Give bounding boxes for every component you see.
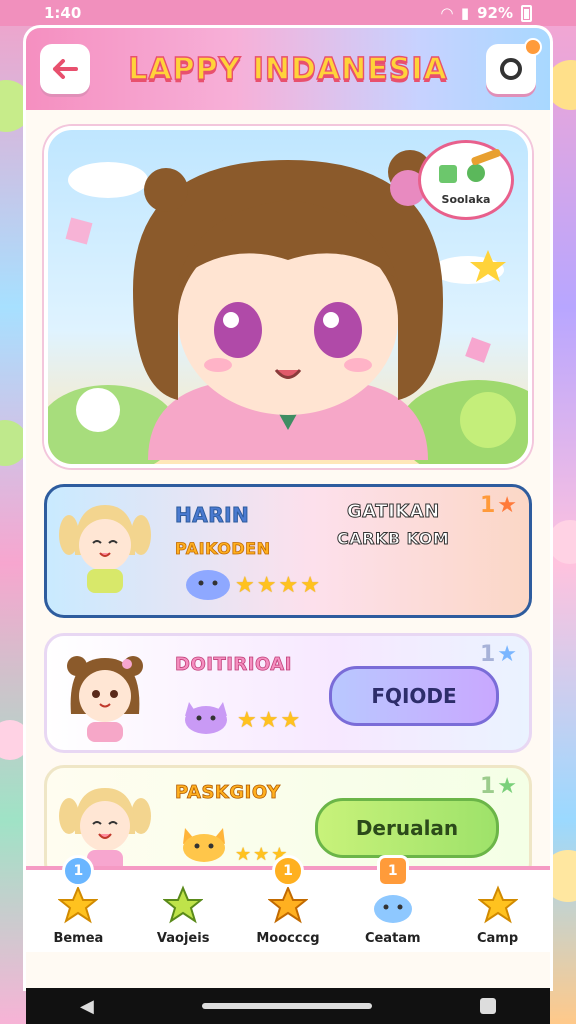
creature-icon — [373, 895, 412, 923]
nav-item-camp[interactable]: Camp — [452, 885, 544, 946]
button-label: FQIODE — [371, 684, 457, 708]
star-icon: ★ — [256, 573, 277, 598]
pet-icon — [185, 702, 227, 734]
ring-icon — [499, 58, 522, 80]
star-icon: ★ — [235, 844, 252, 865]
star-icon: ★ — [497, 642, 517, 667]
system-nav-bar: ◀ — [26, 988, 550, 1024]
nav-item-ceatam[interactable]: 1 Ceatam — [347, 855, 439, 946]
bottom-nav: 1 Bemea Vaojeis 1 Moocccg 1 Ceatam Camp — [26, 855, 550, 952]
system-recents-icon[interactable] — [479, 998, 496, 1014]
nav-label: Vaojeis — [156, 931, 210, 946]
character-name: PASKGIOY — [175, 782, 281, 804]
character-name: HARIN — [174, 503, 250, 528]
nav-item-bemea[interactable]: 1 Bemea — [32, 855, 124, 946]
speech-bubble: Soolaka — [418, 140, 514, 220]
character-action-button[interactable]: FQIODE — [329, 666, 499, 726]
character-card-2[interactable]: DOITIRIOAI ★ ★ ★ FQIODE 1 ★ — [44, 633, 532, 753]
star-icon — [267, 885, 309, 924]
star-icon — [476, 885, 519, 924]
rank-badge: 1 ★ — [480, 642, 517, 667]
app-header: LAPPY INDANESIA — [26, 28, 550, 110]
star-icon — [57, 885, 100, 924]
wifi-icon: ◠ — [441, 4, 453, 22]
pet-icon — [186, 570, 230, 600]
back-arrow-icon — [53, 59, 78, 79]
status-time: 1:40 — [44, 4, 82, 22]
status-bar: 1:40 ◠ ▮ 92% — [0, 0, 576, 26]
rating-stars: ★ ★ ★ — [237, 708, 300, 733]
nav-label: Camp — [476, 931, 519, 946]
star-icon: ★ — [237, 708, 257, 733]
decor-blob — [548, 520, 576, 564]
character-avatar — [67, 656, 143, 742]
nav-label: Moocccg — [256, 931, 320, 946]
page-title: LAPPY INDANESIA — [128, 51, 448, 87]
info-line-1: GATIKAN — [347, 501, 440, 523]
star-icon: ★ — [235, 573, 255, 598]
star-face-icon — [162, 885, 205, 924]
character-avatar — [59, 505, 151, 593]
character-subtitle: PAIKODEN — [175, 539, 271, 559]
star-icon: ★ — [300, 573, 320, 598]
rating-stars: ★ ★ ★ ★ — [235, 573, 320, 598]
rank-number: 1 — [479, 493, 496, 518]
hero-banner: Soolaka — [44, 126, 532, 468]
system-home-pill[interactable] — [201, 1003, 372, 1009]
battery-icon — [521, 4, 532, 22]
notification-dot — [523, 38, 542, 56]
app-frame: LAPPY INDANESIA Soolaka HARIN PAIKODEN ★… — [26, 28, 550, 988]
rank-number: 1 — [479, 774, 496, 799]
info-line-2: CARKB KOM — [336, 529, 450, 549]
nav-item-vaojeis[interactable]: Vaojeis — [137, 885, 229, 946]
nav-badge: 1 — [62, 855, 95, 887]
pet-icon — [183, 828, 225, 862]
nav-badge: 1 — [376, 855, 409, 887]
button-label: Derualan — [355, 816, 459, 840]
star-icon: ★ — [258, 708, 279, 733]
star-icon: ★ — [280, 708, 301, 733]
character-card-harin[interactable]: HARIN PAIKODEN ★ ★ ★ ★ GATIKAN CARKB KOM 1 ★ — [44, 484, 532, 618]
nav-badge: 1 — [271, 855, 304, 887]
nav-item-moocccg[interactable]: 1 Moocccg — [242, 855, 334, 946]
system-back-icon[interactable]: ◀ — [80, 996, 94, 1017]
character-action-button[interactable]: Derualan — [315, 798, 499, 858]
star-icon: ★ — [253, 844, 270, 865]
nav-label: Ceatam — [364, 931, 421, 946]
back-button[interactable] — [40, 44, 90, 94]
decor-blob — [0, 420, 28, 466]
shop-item-icon — [439, 148, 501, 183]
star-icon: ★ — [497, 493, 517, 518]
nav-label: Bemea — [53, 931, 104, 946]
rank-badge: 1 ★ — [480, 774, 517, 799]
decor-blob — [546, 60, 576, 110]
rank-badge: 1 ★ — [480, 493, 517, 518]
rank-number: 1 — [479, 642, 496, 667]
star-icon: ★ — [497, 774, 517, 799]
character-name: DOITIRIOAI — [175, 654, 292, 676]
battery-percent: 92% — [477, 4, 513, 22]
signal-icon: ▮ — [460, 4, 470, 22]
settings-button[interactable] — [485, 38, 542, 94]
star-icon: ★ — [278, 573, 299, 598]
speech-label: Soolaka — [441, 193, 491, 206]
